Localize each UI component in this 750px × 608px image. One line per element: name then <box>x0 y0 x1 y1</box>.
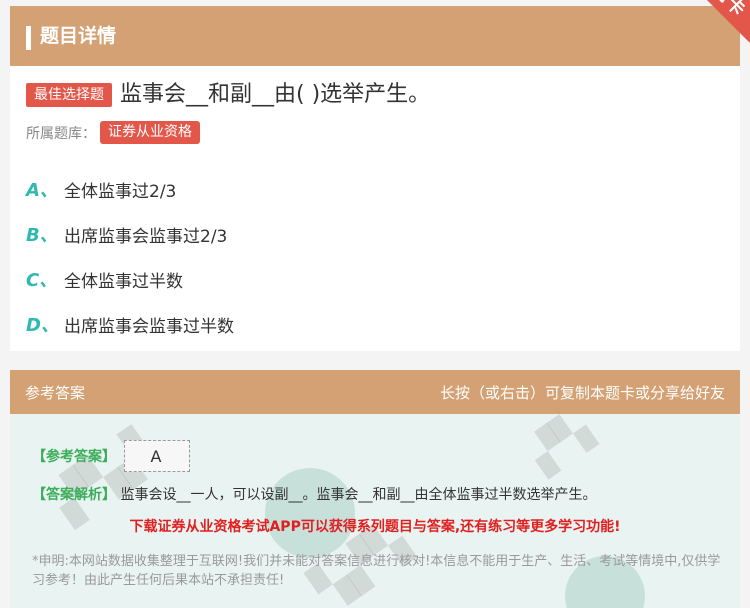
option-letter: C、 <box>26 270 58 291</box>
option-letter: A、 <box>26 180 58 201</box>
answer-value-image: A <box>124 440 190 472</box>
answer-header: 参考答案 长按（或右击）可复制本题卡或分享给好友 <box>10 370 740 414</box>
answer-label: 【参考答案】 <box>32 449 116 465</box>
card-header: 题目详情 <box>10 6 740 66</box>
bank-label: 所属题库： <box>26 125 96 142</box>
option-letter: B、 <box>26 225 58 246</box>
analysis-text: 监事会设__一人，可以设副__。监事会__和副__由全体监事过半数选举产生。 <box>120 487 597 503</box>
bank-name-badge[interactable]: 证券从业资格 <box>100 121 200 144</box>
option-a[interactable]: A、 全体监事过2/3 <box>26 176 176 202</box>
option-letter: D、 <box>26 315 59 336</box>
question-text: 监事会__和副__由( )选举产生。 <box>120 82 431 107</box>
disclaimer: *申明:本网站数据收集整理于互联网!我们并未能对答案信息进行核对!本信息不能用于… <box>32 554 721 588</box>
option-c[interactable]: C、 全体监事过半数 <box>26 266 183 292</box>
option-text: 全体监事过2/3 <box>64 181 177 202</box>
option-d[interactable]: D、 出席监事会监事过半数 <box>26 311 234 337</box>
watermark-graphic: ▞▚ <box>522 406 600 480</box>
answer-section-title: 参考答案 <box>25 384 86 402</box>
option-text: 出席监事会监事过2/3 <box>64 226 228 247</box>
option-text: 出席监事会监事过半数 <box>64 316 234 337</box>
reference-answer-row: 【参考答案】 A <box>32 440 190 472</box>
question-bank-row: 所属题库： 证券从业资格 <box>26 121 200 144</box>
page-title: 题目详情 <box>40 25 117 47</box>
answer-card: ▞▚▞ ▞▚ ▚▞▚ 参考答案 长按（或右击）可复制本题卡或分享给好友 【参考答… <box>10 370 740 608</box>
analysis-row: 【答案解析】 监事会设__一人，可以设副__。监事会__和副__由全体监事过半数… <box>32 484 596 504</box>
download-app-promo[interactable]: 下载证券从业资格考试APP可以获得系列题目与答案,还有练习等更多学习功能! <box>10 516 740 536</box>
question-card: 题目详情 最佳选择题 监事会__和副__由( )选举产生。 所属题库： 证券从业… <box>10 6 740 351</box>
analysis-label: 【答案解析】 <box>32 487 116 503</box>
question-type-badge: 最佳选择题 <box>26 83 112 107</box>
option-text: 全体监事过半数 <box>64 271 183 292</box>
option-b[interactable]: B、 出席监事会监事过2/3 <box>26 221 227 247</box>
share-hint: 长按（或右击）可复制本题卡或分享给好友 <box>439 384 725 402</box>
question-row: 最佳选择题 监事会__和副__由( )选举产生。 <box>26 80 430 110</box>
watermark-circle <box>265 468 355 558</box>
header-accent-bar <box>26 26 31 50</box>
